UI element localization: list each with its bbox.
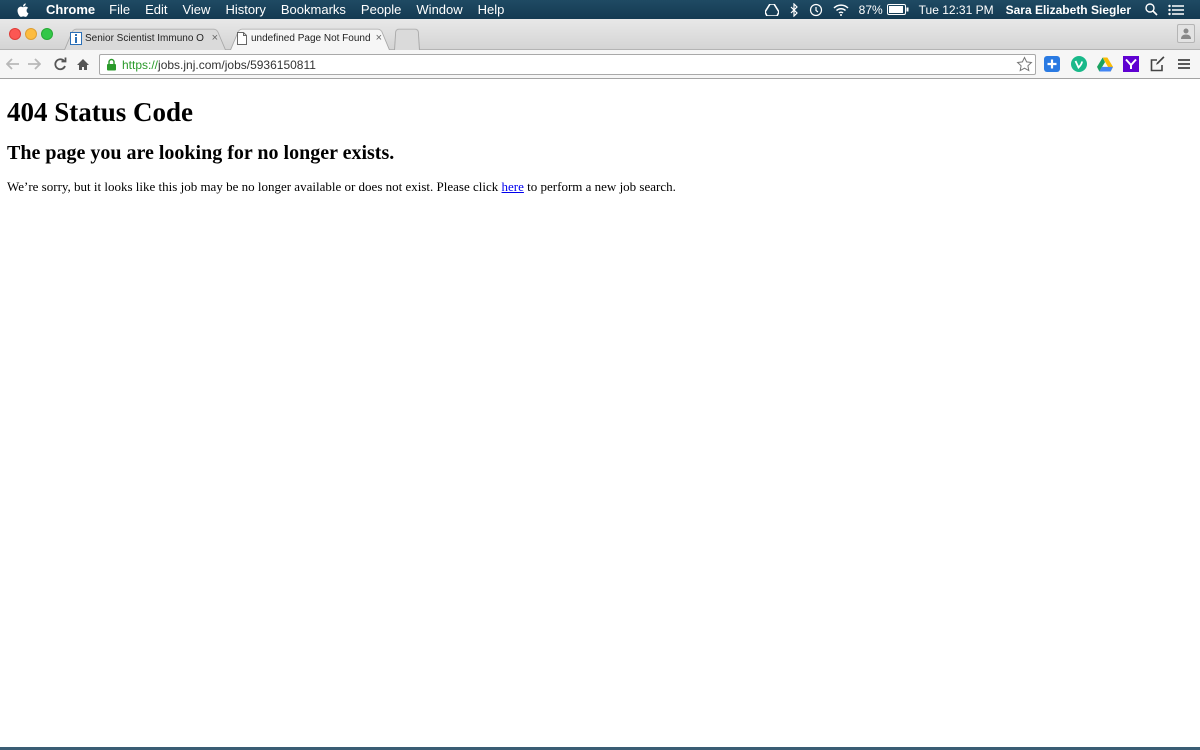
menu-bookmarks[interactable]: Bookmarks	[281, 0, 346, 19]
address-bar[interactable]: https://jobs.jnj.com/jobs/5936150811	[99, 54, 1036, 75]
notification-center-icon[interactable]	[1168, 4, 1184, 16]
browser-tab-strip: Senior Scientist Immuno O × undefined Pa…	[0, 19, 1200, 50]
url-text: jobs.jnj.com/jobs/5936150811	[158, 57, 316, 72]
bookmark-star-icon[interactable]	[1016, 56, 1033, 76]
page-subheading: The page you are looking for no longer e…	[7, 142, 395, 164]
spotlight-search-icon[interactable]	[1145, 3, 1158, 16]
close-window-button[interactable]	[9, 28, 21, 40]
home-button[interactable]	[75, 56, 91, 72]
yahoo-extension-icon[interactable]	[1123, 56, 1139, 72]
tab-close-button[interactable]: ×	[376, 32, 382, 44]
back-button[interactable]	[5, 56, 21, 72]
menu-app-chrome[interactable]: Chrome	[46, 0, 95, 19]
menu-people[interactable]: People	[361, 0, 401, 19]
add-extension-icon[interactable]	[1044, 56, 1060, 72]
menubar-user-name[interactable]: Sara Elizabeth Siegler	[1006, 3, 1131, 17]
zoom-window-button[interactable]	[41, 28, 53, 40]
hamburger-menu-icon	[1178, 59, 1190, 69]
profile-avatar-button[interactable]	[1177, 24, 1195, 43]
forward-button[interactable]	[26, 56, 42, 72]
tab-title: undefined Page Not Found	[251, 32, 371, 44]
new-tab-button[interactable]	[394, 26, 420, 50]
time-machine-icon[interactable]	[809, 3, 823, 17]
apple-logo-icon[interactable]	[16, 2, 30, 18]
back-arrow-icon	[6, 58, 19, 70]
url-scheme: https://	[122, 57, 159, 72]
tab-page-not-found[interactable]: undefined Page Not Found ×	[230, 26, 390, 50]
info-icon	[70, 31, 82, 45]
tab-senior-scientist[interactable]: Senior Scientist Immuno O ×	[64, 26, 226, 50]
battery-icon[interactable]	[886, 4, 909, 15]
page-content: 404 Status Code The page you are looking…	[0, 80, 1200, 750]
page-heading: 404 Status Code	[7, 97, 194, 127]
vine-extension-icon[interactable]	[1071, 56, 1087, 72]
menubar-clock[interactable]: Tue 12:31 PM	[919, 3, 994, 17]
reload-button[interactable]	[52, 56, 68, 72]
page-icon	[237, 31, 247, 45]
minimize-window-button[interactable]	[25, 28, 37, 40]
home-icon	[77, 58, 89, 70]
message-text-end: to perform a new job search.	[523, 179, 676, 194]
message-text-start: We’re sorry, but it looks like this job …	[7, 179, 502, 194]
browser-toolbar: https://jobs.jnj.com/jobs/5936150811	[0, 50, 1200, 79]
tab-title: Senior Scientist Immuno O	[85, 32, 204, 44]
chrome-menu-button[interactable]	[1176, 56, 1192, 72]
forward-arrow-icon	[28, 58, 41, 70]
google-drive-icon[interactable]	[1097, 56, 1113, 72]
macos-menu-bar: Chrome File Edit View History Bookmarks …	[0, 0, 1200, 19]
menu-file[interactable]: File	[109, 0, 130, 19]
reload-icon	[54, 57, 67, 71]
edit-note-icon[interactable]	[1150, 56, 1166, 72]
menu-help[interactable]: Help	[478, 0, 505, 19]
battery-percentage: 87%	[858, 2, 883, 17]
wifi-icon[interactable]	[833, 3, 849, 16]
google-drive-status-icon[interactable]	[764, 3, 779, 16]
menu-history[interactable]: History	[225, 0, 265, 19]
secure-lock-icon[interactable]	[106, 58, 117, 71]
person-icon	[1181, 28, 1191, 39]
menu-edit[interactable]: Edit	[145, 0, 167, 19]
new-job-search-link[interactable]: here	[502, 179, 524, 194]
bluetooth-icon[interactable]	[789, 2, 799, 17]
menu-window[interactable]: Window	[416, 0, 462, 19]
menu-view[interactable]: View	[182, 0, 210, 19]
error-message: We’re sorry, but it looks like this job …	[7, 179, 1193, 195]
tab-close-button[interactable]: ×	[212, 32, 218, 44]
